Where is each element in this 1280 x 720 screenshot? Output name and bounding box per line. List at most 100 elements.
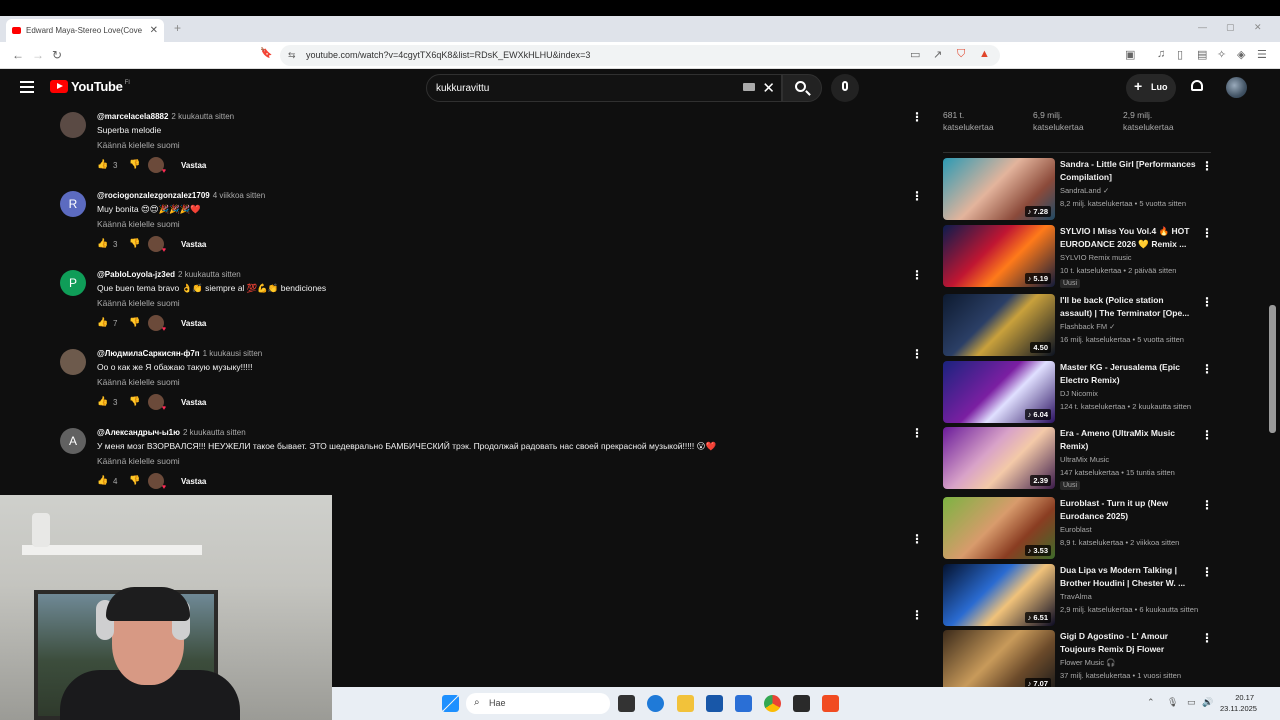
task-view-icon[interactable]: [618, 695, 635, 712]
dislike-icon[interactable]: 👎: [129, 396, 140, 407]
comment-menu-icon[interactable]: ⋮: [911, 608, 923, 622]
comment-time[interactable]: 1 kuukausi sitten: [203, 349, 263, 358]
vpn-icon[interactable]: ◈: [1237, 48, 1245, 61]
video-menu-icon[interactable]: ⋮: [1201, 159, 1213, 173]
reply-button[interactable]: Vastaa: [181, 319, 206, 328]
start-icon[interactable]: [442, 695, 459, 712]
extensions-icon[interactable]: ▤: [1197, 48, 1207, 61]
window-close-button[interactable]: ✕: [1254, 22, 1262, 33]
channel-name[interactable]: SYLVIO Remix music: [1060, 253, 1132, 262]
video-thumbnail[interactable]: ♪ 5.19: [943, 225, 1055, 287]
comment-menu-icon[interactable]: ⋮: [911, 426, 923, 440]
reply-button[interactable]: Vastaa: [181, 398, 206, 407]
menu-icon[interactable]: ☰: [1257, 48, 1267, 61]
channel-name[interactable]: Flower Music 🎧: [1060, 658, 1116, 667]
youtube-logo[interactable]: YouTube FI: [50, 79, 130, 94]
taskbar-clock[interactable]: 20.17 23.11.2025: [1220, 692, 1257, 714]
comment-menu-icon[interactable]: ⋮: [911, 268, 923, 282]
channel-name[interactable]: DJ Nicomix: [1060, 389, 1098, 398]
commenter-avatar[interactable]: [60, 112, 86, 138]
like-icon[interactable]: 👍: [97, 317, 108, 328]
recommended-video[interactable]: 2.39 Era - Ameno (UltraMix Music Remix) Ul…: [943, 427, 1213, 490]
video-menu-icon[interactable]: ⋮: [1201, 565, 1213, 579]
translate-link[interactable]: Käännä kielelle suomi: [97, 219, 180, 229]
reply-button[interactable]: Vastaa: [181, 240, 206, 249]
media-icon[interactable]: ♫: [1157, 48, 1165, 60]
comment-menu-icon[interactable]: ⋮: [911, 189, 923, 203]
translate-link[interactable]: Käännä kielelle suomi: [97, 456, 180, 466]
bookmark-icon[interactable]: 🔖: [260, 48, 272, 59]
recommended-video[interactable]: ♪ 6.04 Master KG - Jerusalema (Epic Elect…: [943, 361, 1213, 423]
translate-link[interactable]: Käännä kielelle suomi: [97, 298, 180, 308]
voice-search-button[interactable]: [831, 74, 859, 102]
comment-time[interactable]: 2 kuukautta sitten: [183, 428, 246, 437]
video-thumbnail[interactable]: ♪ 7.07: [943, 630, 1055, 692]
brave-rewards-icon[interactable]: ▲: [979, 48, 990, 60]
dislike-icon[interactable]: 👎: [129, 159, 140, 170]
video-thumbnail[interactable]: ♪ 7.28: [943, 158, 1055, 220]
dislike-icon[interactable]: 👎: [129, 317, 140, 328]
back-button[interactable]: ←: [12, 48, 24, 62]
video-menu-icon[interactable]: ⋮: [1201, 295, 1213, 309]
search-input[interactable]: kukkuravittu ✕: [426, 74, 782, 102]
recommended-video[interactable]: ♪ 5.19 SYLVIO I Miss You Vol.4 🔥 HOT EURO…: [943, 225, 1213, 288]
channel-name[interactable]: UltraMix Music: [1060, 455, 1109, 464]
commenter-avatar[interactable]: P: [60, 270, 86, 296]
channel-name[interactable]: TravAlma: [1060, 592, 1092, 601]
video-title[interactable]: Master KG - Jerusalema (Epic Electro Rem…: [1060, 361, 1198, 387]
store-icon[interactable]: [706, 695, 723, 712]
like-icon[interactable]: 👍: [97, 475, 108, 486]
forward-button[interactable]: →: [32, 48, 44, 62]
video-menu-icon[interactable]: ⋮: [1201, 428, 1213, 442]
url-field[interactable]: ⇆ youtube.com/watch?v=4cgytTX6qK8&list=R…: [280, 45, 1000, 66]
clear-search-icon[interactable]: ✕: [762, 79, 775, 97]
recommended-video[interactable]: ♪ 6.51 Dua Lipa vs Modern Talking | Broth…: [943, 564, 1213, 626]
video-title[interactable]: I'll be back (Police station assault) | …: [1060, 294, 1198, 320]
video-menu-icon[interactable]: ⋮: [1201, 631, 1213, 645]
comment-menu-icon[interactable]: ⋮: [911, 532, 923, 546]
recommended-video[interactable]: ♪ 3.53 Euroblast - Turn it up (New Euroda…: [943, 497, 1213, 559]
video-title[interactable]: Sandra - Little Girl [Performances Compi…: [1060, 158, 1198, 184]
share-icon[interactable]: ↗: [933, 48, 942, 61]
comment-time[interactable]: 2 kuukautta sitten: [178, 270, 241, 279]
tray-overflow-icon[interactable]: ⌃: [1147, 697, 1155, 708]
browser-tab[interactable]: Edward Maya-Stereo Love(Cove ✕: [6, 19, 164, 42]
tab-close-icon[interactable]: ✕: [150, 25, 158, 36]
comment-author[interactable]: @marcelacela8882: [97, 112, 168, 121]
video-title[interactable]: SYLVIO I Miss You Vol.4 🔥 HOT EURODANCE …: [1060, 225, 1198, 251]
account-avatar[interactable]: [1226, 77, 1247, 98]
window-maximize-button[interactable]: ▢: [1226, 22, 1235, 33]
leo-ai-icon[interactable]: ✧: [1217, 48, 1226, 61]
recommended-video[interactable]: ♪ 7.28 Sandra - Little Girl [Performances…: [943, 158, 1213, 220]
outlook-icon[interactable]: [735, 695, 752, 712]
comment-time[interactable]: 2 kuukautta sitten: [171, 112, 234, 121]
comment-author[interactable]: @Александрыч-ы1ю: [97, 428, 180, 437]
sidebar-icon[interactable]: ▯: [1177, 48, 1183, 61]
comment-time[interactable]: 4 viikkoa sitten: [213, 191, 265, 200]
video-thumbnail[interactable]: 4.50: [943, 294, 1055, 356]
like-icon[interactable]: 👍: [97, 396, 108, 407]
brave-shield-icon[interactable]: ⛉: [957, 48, 965, 61]
video-title[interactable]: Euroblast - Turn it up (New Eurodance 20…: [1060, 497, 1198, 523]
channel-name[interactable]: Euroblast: [1060, 525, 1092, 534]
video-thumbnail[interactable]: ♪ 3.53: [943, 497, 1055, 559]
file-explorer-icon[interactable]: [677, 695, 694, 712]
comment-menu-icon[interactable]: ⋮: [911, 110, 923, 124]
translate-link[interactable]: Käännä kielelle suomi: [97, 140, 180, 150]
create-button[interactable]: + Luo: [1126, 74, 1176, 102]
display-tray-icon[interactable]: ▭: [1187, 697, 1196, 708]
comment-author[interactable]: @rociogonzalezgonzalez1709: [97, 191, 210, 200]
edge-icon[interactable]: [647, 695, 664, 712]
commenter-avatar[interactable]: [60, 349, 86, 375]
scrollbar-thumb[interactable]: [1269, 305, 1276, 433]
reply-button[interactable]: Vastaa: [181, 161, 206, 170]
window-minimize-button[interactable]: —: [1198, 22, 1207, 32]
site-info-icon[interactable]: ⇆: [288, 50, 296, 61]
video-thumbnail[interactable]: 2.39: [943, 427, 1055, 489]
video-title[interactable]: Gigi D Agostino - L' Amour Toujours Remi…: [1060, 630, 1198, 656]
comment-author[interactable]: @ЛюдмилаСаркисян-ф7п: [97, 349, 200, 358]
brave-icon[interactable]: [822, 695, 839, 712]
like-icon[interactable]: 👍: [97, 238, 108, 249]
taskbar-search-input[interactable]: ⌕ Hae: [466, 693, 610, 714]
video-menu-icon[interactable]: ⋮: [1201, 362, 1213, 376]
